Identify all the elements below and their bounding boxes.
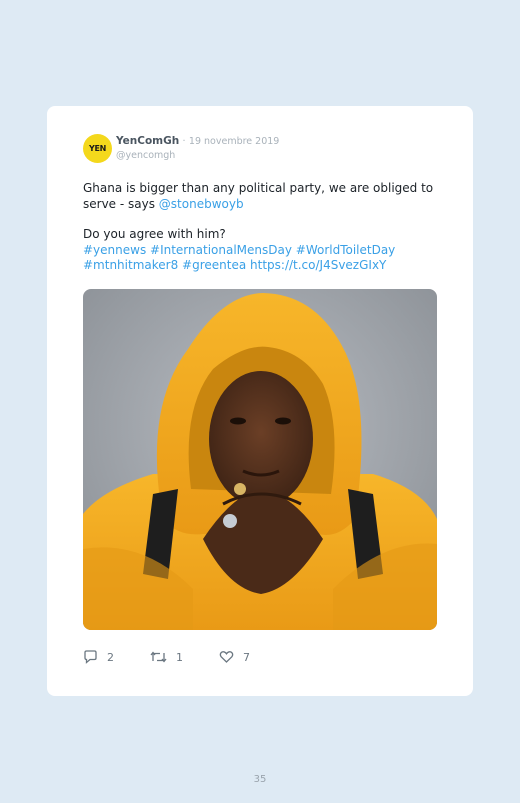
reply-button[interactable]: 2 (83, 650, 114, 664)
tweet-body: Ghana is bigger than any political party… (83, 181, 443, 274)
tweet-paragraph-1: Ghana is bigger than any political party… (83, 181, 443, 212)
tweet-card[interactable]: YEN YenComGh · 19 novembre 2019 @yencomg… (47, 106, 473, 696)
like-icon (219, 651, 234, 663)
avatar-logo-text: YEN (88, 144, 107, 153)
tweet-photo[interactable] (83, 289, 437, 630)
tweet-date[interactable]: 19 novembre 2019 (189, 136, 279, 147)
mention-link[interactable]: @stonebwoyb (159, 197, 244, 211)
reply-icon (84, 650, 97, 664)
tweet-paragraph-2: Do you agree with him? #yennews #Internat… (83, 227, 443, 274)
like-button[interactable]: 7 (219, 650, 250, 664)
tweet-actions: 2 1 7 (83, 650, 283, 668)
display-name[interactable]: YenComGh (116, 135, 179, 147)
reply-count: 2 (107, 650, 114, 664)
tweet-header: YenComGh · 19 novembre 2019 (116, 135, 279, 147)
retweet-icon (150, 651, 167, 663)
short-url-link[interactable]: https://t.co/J4SvezGIxY (250, 258, 386, 272)
separator-dot: · (182, 136, 186, 147)
tweet-question: Do you agree with him? (83, 227, 226, 241)
page-number: 35 (253, 774, 267, 785)
like-count: 7 (243, 650, 250, 664)
tweet-text-line1: Ghana is bigger than any political party… (83, 181, 434, 211)
retweet-button[interactable]: 1 (150, 650, 183, 664)
avatar[interactable]: YEN (83, 134, 112, 163)
retweet-count: 1 (176, 650, 183, 664)
user-handle[interactable]: @yencomgh (116, 150, 175, 161)
